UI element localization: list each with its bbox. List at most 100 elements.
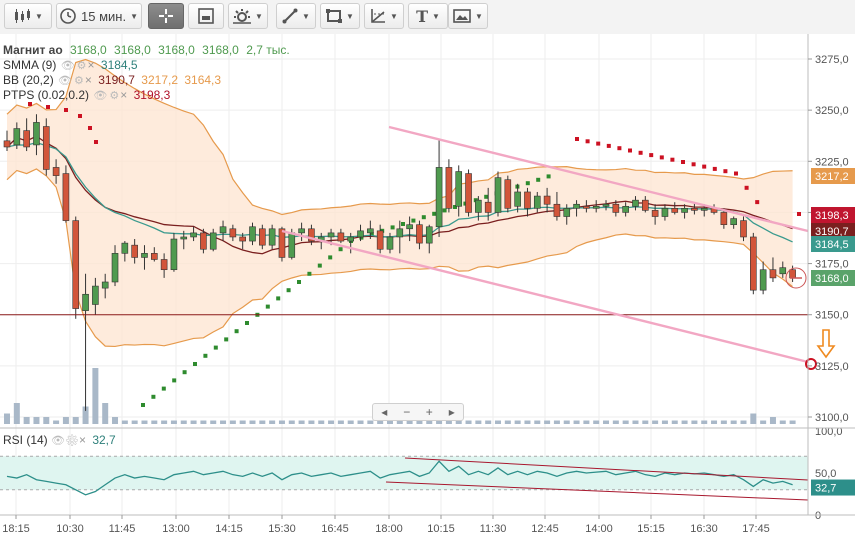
eye-icon[interactable]: 👁 [61, 60, 75, 72]
volume-bar [642, 420, 649, 424]
bb-legend: BB (20,2) 👁 ⚙× 3190,7 3217,2 3164,3 [3, 73, 221, 87]
volume-bar [406, 420, 413, 424]
volume-bar [33, 417, 40, 424]
timeframe-button[interactable]: 15 мин. ▼ [56, 3, 142, 29]
candle-body [455, 171, 463, 207]
ptps-dot-up [401, 222, 405, 226]
candle-body [33, 122, 40, 146]
rsi-value: 32,7 [92, 433, 116, 447]
candle-body [200, 232, 207, 250]
ptps-dot-up [151, 394, 156, 399]
rsi-pane: 100,050,0032,7 [0, 426, 855, 522]
volume-bar [347, 420, 354, 424]
eye-icon[interactable]: 👁 [58, 75, 72, 87]
ptps-dot-down [691, 162, 696, 167]
ptps-dot-up [141, 403, 145, 407]
price-tag-label: 3217,2 [815, 171, 849, 183]
candlestick-icon [13, 9, 31, 23]
scroll-right-button[interactable]: ▸ [441, 405, 463, 419]
volume-bar [259, 420, 266, 424]
candle-body [750, 236, 757, 291]
candle-body [327, 232, 335, 238]
volume-bar [750, 413, 757, 424]
close-icon[interactable]: × [120, 88, 127, 102]
ptps-dot-up [245, 321, 249, 325]
gear-icon[interactable]: ⚙ [65, 435, 79, 447]
candle-body [641, 199, 649, 211]
volume-bar [4, 413, 10, 424]
candle-body [268, 228, 276, 246]
rsi-tick-label: 50,0 [815, 468, 836, 480]
symbol-legend: Магнит ао 3168,0 3168,0 3168,0 3168,0 2,… [3, 43, 290, 57]
candle-body [759, 269, 767, 291]
candle-body [92, 285, 99, 305]
volume-bar [671, 420, 678, 424]
candle-body [651, 210, 659, 217]
gear-icon[interactable]: ⚙ [109, 90, 119, 102]
eye-icon[interactable]: 👁 [51, 435, 65, 447]
candle-body [504, 179, 512, 209]
bb-lower-value: 3164,3 [184, 73, 222, 87]
chevron-down-icon: ▼ [431, 11, 440, 21]
open-value: 3168,0 [70, 43, 107, 57]
volume-bar [445, 420, 452, 424]
candle-body [700, 208, 708, 211]
volume-bar [23, 417, 30, 424]
ptps-dot-up [276, 296, 281, 301]
ptps-dot-down [755, 200, 760, 205]
chevron-down-icon: ▼ [390, 11, 398, 21]
time-tick-label: 14:15 [215, 523, 243, 535]
smma-value: 3184,5 [100, 58, 138, 72]
draw-line-button[interactable]: ▼ [276, 3, 316, 29]
candle-body [160, 259, 168, 271]
rsi-legend: RSI (14) 👁⚙× 32,7 [3, 433, 116, 447]
time-tick-label: 17:45 [742, 523, 770, 535]
data-window-button[interactable] [188, 3, 224, 29]
volume-bar [553, 420, 560, 424]
volume-bar [730, 420, 737, 424]
close-value: 3168,0 [202, 43, 239, 57]
candle-body [769, 269, 777, 279]
price-chart[interactable]: 100,050,0032,7 3275,03250,03225,03200,03… [0, 34, 855, 542]
ptps-dot-down [681, 160, 685, 164]
ptps-dot-down [659, 155, 664, 160]
image-tool-button[interactable]: ▼ [448, 3, 488, 29]
crosshair-button[interactable] [148, 3, 184, 29]
high-value: 3168,0 [114, 43, 151, 57]
ptps-dot-up [224, 337, 229, 342]
close-icon[interactable]: × [79, 433, 86, 447]
close-icon[interactable]: × [88, 58, 95, 72]
zoom-out-button[interactable]: − [396, 405, 418, 419]
draw-shape-button[interactable]: ▼ [320, 3, 360, 29]
text-tool-button[interactable]: T ▼ [408, 3, 448, 29]
candle-body [386, 236, 394, 250]
volume-bar [789, 420, 796, 424]
eye-icon[interactable]: 👁 [93, 90, 107, 102]
candle-body [239, 236, 246, 242]
volume-bar [220, 420, 227, 424]
candle-body [298, 228, 305, 234]
volume-bar [377, 420, 384, 424]
bb-upper-value: 3217,2 [141, 73, 178, 87]
candle-body [190, 232, 197, 238]
price-tick-label: 3150,0 [815, 310, 849, 322]
zoom-in-button[interactable]: + [418, 405, 440, 419]
bb-name: BB (20,2) [3, 73, 54, 87]
close-icon[interactable]: × [85, 73, 92, 87]
volume-bar [661, 420, 668, 424]
draw-fibonacci-button[interactable]: ▼ [364, 3, 404, 29]
gear-icon[interactable]: ⚙ [77, 60, 87, 72]
indicators-button[interactable]: ▼ [228, 3, 268, 29]
candle-body [23, 130, 30, 148]
volume-bar [328, 420, 335, 424]
rectangle-icon [326, 8, 343, 24]
candle-body [52, 167, 60, 176]
volume-bar [475, 420, 482, 424]
low-value: 3168,0 [158, 43, 195, 57]
candle-body [151, 253, 158, 260]
ptps-dot-down [702, 164, 707, 169]
volume-bar [681, 420, 688, 424]
scroll-left-button[interactable]: ◂ [373, 405, 395, 419]
gear-icon[interactable]: ⚙ [74, 75, 84, 87]
chart-type-button[interactable]: ▼ [4, 3, 52, 29]
